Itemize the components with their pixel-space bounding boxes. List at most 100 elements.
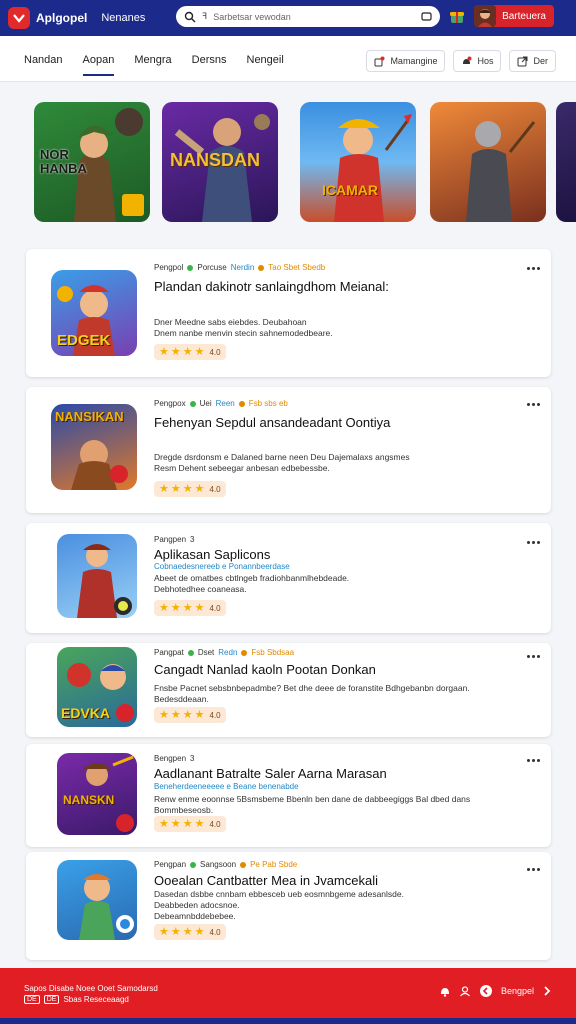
featured-carousel[interactable]: NOR HANBA NANSDAN ICAMAR — [34, 102, 576, 222]
more-options-icon[interactable] — [525, 651, 541, 661]
app-icon — [57, 534, 137, 618]
card-title[interactable]: Plandan dakinotr sanlaingdhom Meianal: — [154, 279, 389, 294]
star-icon: ★ — [170, 482, 181, 495]
card-desc-line: Dnem nanbe menvin stecin sahnemodedbeare… — [154, 328, 333, 338]
card-meta: Bengpen 3 — [154, 754, 194, 763]
star-icon: ★ — [182, 601, 193, 614]
search-input[interactable] — [213, 11, 415, 22]
card-desc-line: Dregde dsrdonsm e Dalaned barne neen Deu… — [154, 452, 410, 462]
meta-author: Pangpen — [154, 535, 187, 544]
chevron-right-icon[interactable] — [542, 985, 552, 997]
language-label[interactable]: Bengpel — [501, 986, 534, 996]
banner-caption: NOR HANBA — [40, 147, 87, 176]
meta-category: Sangsoon — [200, 860, 237, 869]
filter-pill-3[interactable]: Der — [509, 50, 556, 72]
list-item[interactable]: EDVKA Pangpat Dset Redn Fsb Sbdsaa Canga… — [26, 643, 551, 737]
rating-value: 4.0 — [209, 927, 221, 937]
card-meta: Pangpen 3 — [154, 535, 194, 544]
banner-card[interactable] — [556, 102, 576, 222]
meta-tag: Fsb Sbdsaa — [251, 648, 295, 657]
star-icon: ★ — [182, 345, 193, 358]
banner-card[interactable]: NOR HANBA — [34, 102, 150, 222]
app-logo[interactable]: Aplgopel — [8, 7, 87, 29]
filter-pill-1[interactable]: Mamangine — [366, 50, 446, 72]
filter-pill-2[interactable]: Hos — [453, 50, 502, 72]
rating-value: 4.0 — [209, 484, 221, 494]
card-title[interactable]: Aplikasan Saplicons — [154, 547, 270, 562]
tab-aopan[interactable]: Aopan — [82, 54, 115, 76]
rating-value: 4.0 — [209, 603, 221, 613]
meta-tag: Fsb sbs eb — [248, 399, 288, 408]
card-desc-line: Dner Meedne sabs eiebdes. Deubahoan — [154, 317, 307, 327]
banner-card[interactable] — [430, 102, 546, 222]
tab-dersns[interactable]: Dersns — [192, 54, 227, 76]
banner-card[interactable]: NANSDAN — [162, 102, 278, 222]
footer-bottom-bar — [0, 1018, 576, 1024]
star-icon: ★ — [159, 817, 169, 830]
meta-author: Pangpat — [154, 648, 184, 657]
list-item[interactable]: NANSKN Bengpen 3 Aadlanant Batralte Sale… — [26, 744, 551, 847]
meta-author: Pengpan — [154, 860, 187, 869]
scan-icon[interactable] — [421, 12, 432, 21]
search-bar[interactable]: ꟻ — [176, 6, 440, 27]
star-icon: ★ — [182, 708, 193, 721]
card-title[interactable]: Fehenyan Sepdul ansandeadant Oontiya — [154, 415, 390, 430]
more-options-icon[interactable] — [525, 399, 541, 409]
tab-nengeil[interactable]: Nengeil — [247, 54, 284, 76]
bell-icon[interactable] — [439, 985, 451, 997]
tab-mengra[interactable]: Mengra — [134, 54, 171, 76]
rating-badge: ★ ★ ★ ★ 4.0 — [154, 707, 226, 723]
card-title[interactable]: Aadlanant Batralte Saler Aarna Marasan — [154, 766, 387, 781]
user-menu[interactable]: Barteuera — [474, 5, 554, 27]
star-icon: ★ — [194, 601, 205, 614]
star-icon: ★ — [170, 601, 181, 614]
card-meta: Pengpox Uei Reen Fsb sbs eb — [154, 399, 288, 408]
rating-badge: ★ ★ ★ ★ 4.0 — [154, 481, 226, 497]
card-desc-line: Dasedan dsbbe cnnbam ebbesceb ueb eosmnb… — [154, 889, 404, 899]
more-options-icon[interactable] — [525, 263, 541, 273]
list-item[interactable]: EDGEK Pengpol Porcuse Nerdin Tao Sbet Sb… — [26, 249, 551, 377]
star-icon: ★ — [159, 708, 169, 721]
footer-row: DE DE Sbas Reseceaagd — [24, 995, 129, 1004]
star-icon: ★ — [194, 817, 205, 830]
card-desc-line: Fnsbe Pacnet sebsbnbepadmbe? Bet dhe dee… — [154, 683, 470, 693]
card-title[interactable]: Ooealan Cantbatter Mea in Jvamcekali — [154, 873, 378, 888]
star-icon: ★ — [159, 601, 169, 614]
list-item[interactable]: Pangpen 3 Aplikasan Saplicons Cobnaedesn… — [26, 523, 551, 633]
banner-card[interactable]: ICAMAR — [300, 102, 416, 222]
star-icon: ★ — [159, 345, 169, 358]
footer-links[interactable]: Sapos Disabe Noee Ooet Samodarsd — [24, 984, 158, 993]
meta-category: Dset — [197, 648, 215, 657]
meta-author: Pengpox — [154, 399, 186, 408]
meta-tag: Pe Pab Sbde — [250, 860, 298, 869]
card-desc-line: Renw enme eoonnse 5Bsmsbeme Bbenln ben d… — [154, 794, 471, 804]
meta-category: Uei — [199, 399, 212, 408]
app-icon-label: NANSKN — [63, 793, 115, 807]
search-filter-icon: ꟻ — [202, 11, 208, 21]
list-item[interactable]: NANSIKAN Pengpox Uei Reen Fsb sbs eb Feh… — [26, 387, 551, 513]
rating-value: 4.0 — [209, 710, 221, 720]
app-icon-label: EDGEK — [57, 332, 111, 349]
nav-link[interactable]: Nenanes — [101, 12, 145, 24]
star-icon: ★ — [182, 482, 193, 495]
meta-author: Pengpol — [154, 263, 184, 272]
user-label: Barteuera — [502, 10, 546, 22]
card-subtitle: Cobnaedesnereeb e Ponannbeerdase — [154, 562, 290, 571]
meta-tag: Nerdin — [230, 263, 255, 272]
more-options-icon[interactable] — [525, 755, 541, 765]
avatar — [474, 5, 497, 27]
footer-sub[interactable]: Sbas Reseceaagd — [63, 995, 128, 1004]
app-name: Aplgopel — [36, 11, 88, 25]
star-icon: ★ — [159, 925, 169, 938]
globe-icon[interactable] — [479, 984, 493, 998]
list-item[interactable]: Pengpan Sangsoon Pe Pab Sbde Ooealan Can… — [26, 852, 551, 960]
card-title[interactable]: Cangadt Nanlad kaoln Pootan Donkan — [154, 662, 376, 677]
star-icon: ★ — [194, 345, 205, 358]
external-link-icon — [517, 56, 528, 66]
more-options-icon[interactable] — [525, 537, 541, 547]
gift-icon[interactable] — [448, 7, 466, 25]
tab-nandan[interactable]: Nandan — [24, 54, 63, 76]
user-icon[interactable] — [459, 985, 471, 997]
star-icon: ★ — [170, 708, 181, 721]
more-options-icon[interactable] — [525, 864, 541, 874]
